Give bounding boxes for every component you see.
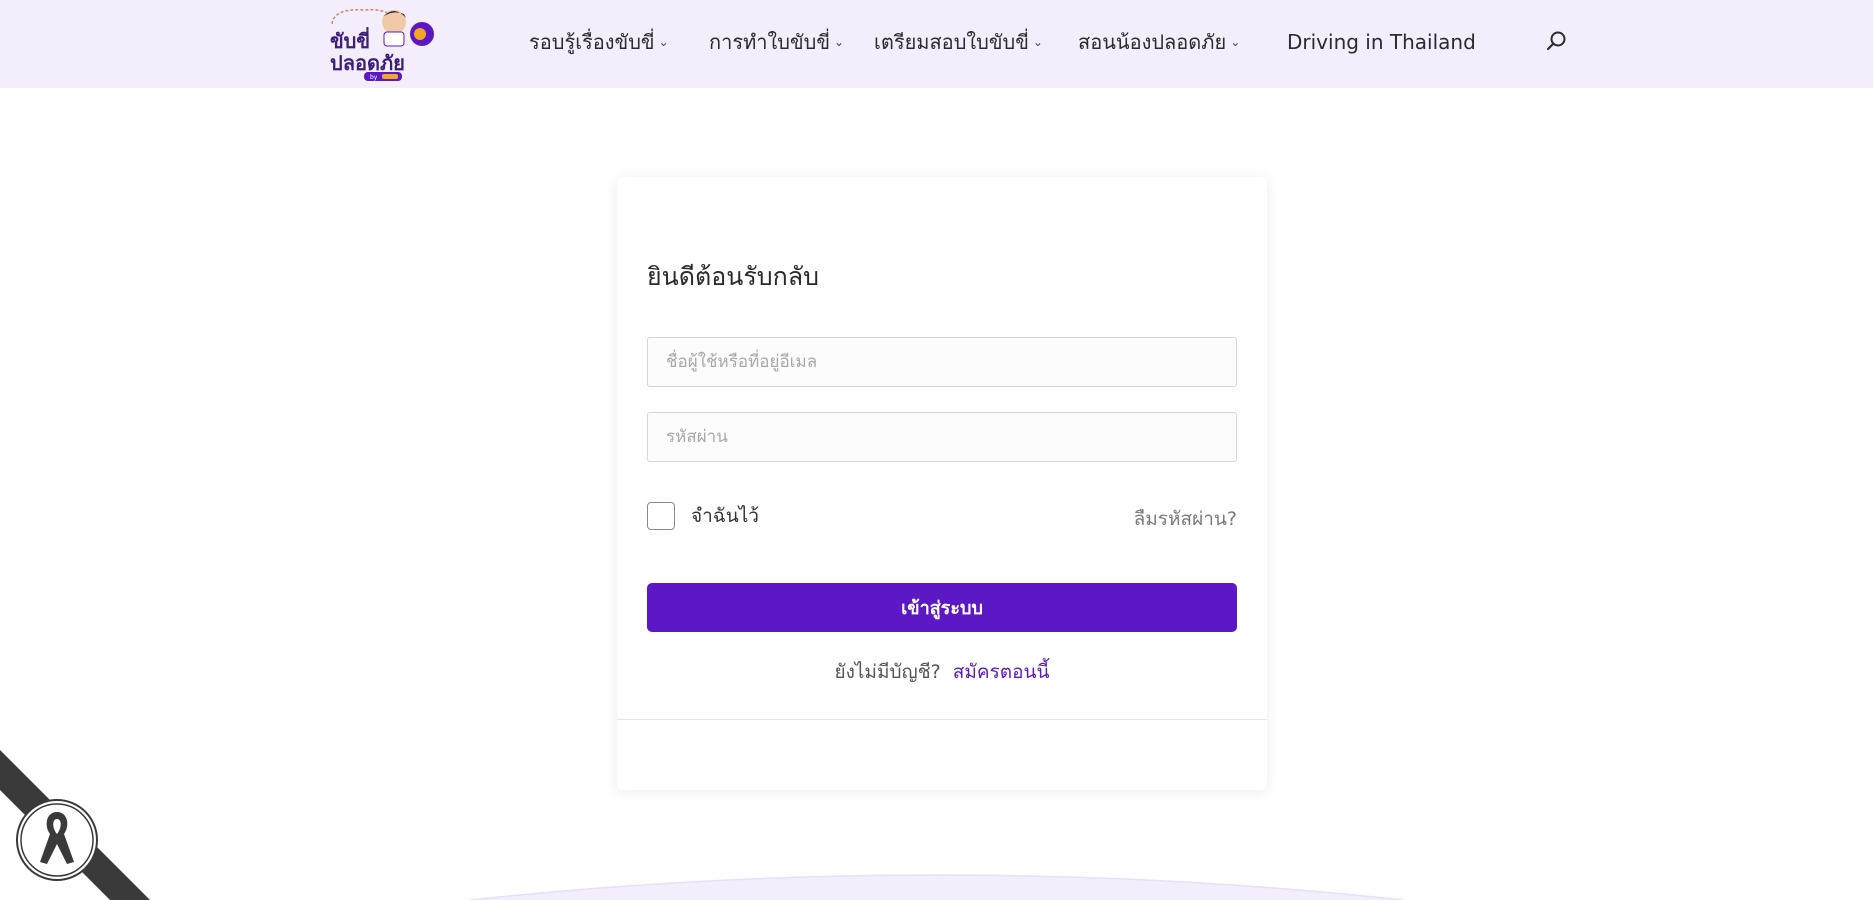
nav-item-child-safety[interactable]: สอนน้องปลอดภัย ⌄ <box>1078 28 1240 56</box>
chevron-down-icon: ⌄ <box>1230 35 1241 49</box>
nav-item-license-process[interactable]: การทำใบขับขี่ ⌄ <box>709 28 844 56</box>
footer-arc <box>469 874 1405 900</box>
login-title: ยินดีต้อนรับกลับ <box>647 262 819 291</box>
signup-prompt: ยังไม่มีบัญชี? <box>834 661 941 683</box>
chevron-down-icon: ⌄ <box>658 35 669 49</box>
username-input[interactable] <box>647 337 1237 387</box>
chevron-down-icon: ⌄ <box>834 35 845 49</box>
nav-item-label: Driving in Thailand <box>1287 30 1476 54</box>
black-ribbon-icon <box>0 750 150 900</box>
nav-item-label: การทำใบขับขี่ <box>709 30 830 54</box>
nav-item-label: เตรียมสอบใบขับขี่ <box>874 30 1029 54</box>
remember-me[interactable]: จำฉันไว้ <box>647 501 759 531</box>
search-icon[interactable] <box>1544 29 1568 53</box>
forgot-password-link[interactable]: ลืมรหัสผ่าน? <box>1134 504 1237 534</box>
login-button[interactable]: เข้าสู่ระบบ <box>647 583 1237 632</box>
login-card: ยินดีต้อนรับกลับ จำฉันไว้ ลืมรหัสผ่าน? เ… <box>617 177 1267 790</box>
signup-row: ยังไม่มีบัญชี? สมัครตอนนี้ <box>617 657 1267 687</box>
password-input[interactable] <box>647 412 1237 462</box>
nav-item-driving-knowledge[interactable]: รอบรู้เรื่องขับขี่ ⌄ <box>529 28 669 56</box>
nav-item-exam-prep[interactable]: เตรียมสอบใบขับขี่ ⌄ <box>874 28 1043 56</box>
remember-checkbox[interactable] <box>647 502 675 530</box>
card-divider <box>617 719 1267 720</box>
main-nav: รอบรู้เรื่องขับขี่ ⌄ การทำใบขับขี่ ⌄ เตร… <box>0 0 1873 88</box>
site-header: ขับขี่ ปลอดภัย by รอบรู้เรื่องขับขี่ ⌄ ก… <box>0 0 1873 88</box>
nav-item-label: สอนน้องปลอดภัย <box>1078 30 1227 54</box>
signup-link[interactable]: สมัครตอนนี้ <box>953 661 1050 683</box>
nav-item-driving-in-thailand[interactable]: Driving in Thailand <box>1287 28 1476 56</box>
remember-label: จำฉันไว้ <box>691 505 759 527</box>
nav-item-label: รอบรู้เรื่องขับขี่ <box>529 30 655 54</box>
chevron-down-icon: ⌄ <box>1032 35 1043 49</box>
